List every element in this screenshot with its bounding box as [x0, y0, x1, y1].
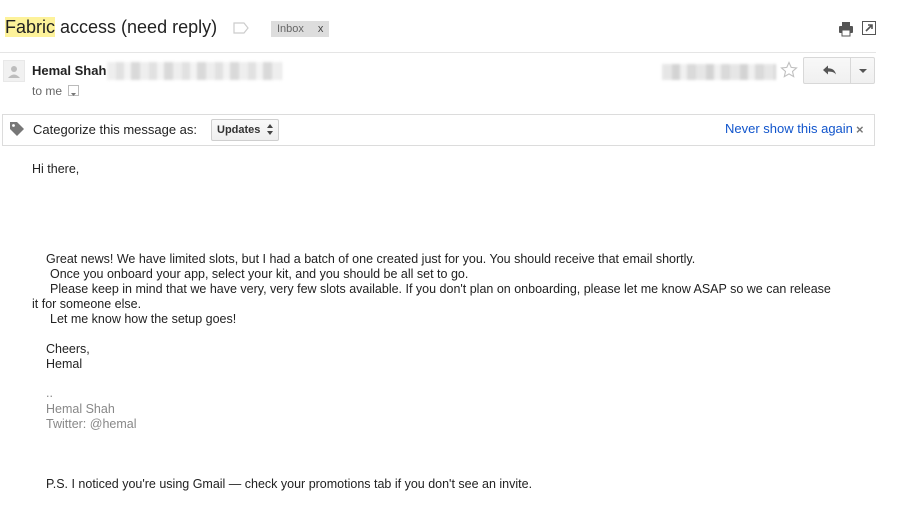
recipient-details-toggle[interactable]: [68, 85, 79, 96]
postscript: P.S. I noticed you're using Gmail — chec…: [46, 477, 533, 491]
chevron-down-icon: [859, 69, 867, 73]
remove-label-button[interactable]: x: [318, 23, 324, 35]
more-actions-button[interactable]: [850, 57, 875, 84]
new-window-icon[interactable]: [862, 21, 876, 35]
select-arrows-icon: [267, 124, 273, 135]
chevron-down-icon: [71, 93, 76, 96]
star-outline-icon[interactable]: [780, 61, 798, 79]
greeting: Hi there,: [32, 162, 80, 176]
redacted-date: [662, 64, 776, 80]
recipient-label: to me: [32, 84, 63, 98]
body-paragraph-2: Once you onboard your app, select your k…: [50, 267, 469, 281]
inbox-label-chip[interactable]: Inbox x: [271, 21, 330, 37]
categorize-prompt: Categorize this message as:: [33, 122, 198, 137]
body-paragraph-4: Let me know how the setup goes!: [50, 312, 237, 326]
signature-twitter: Twitter: @hemal: [46, 417, 137, 431]
signature-separator: ..: [46, 386, 53, 400]
label-outline-icon[interactable]: [233, 22, 249, 34]
body-paragraph-3b: it for someone else.: [32, 297, 142, 311]
signature-name: Hemal Shah: [46, 402, 115, 416]
body-paragraph-3a: Please keep in mind that we have very, v…: [50, 282, 831, 296]
inbox-chip-label: Inbox: [277, 23, 304, 35]
close-categorize-bar-button[interactable]: ×: [856, 122, 864, 137]
subject-rest: access (need reply): [55, 17, 218, 37]
signoff-name: Hemal: [46, 357, 83, 371]
tag-icon: [10, 122, 24, 136]
avatar: [3, 60, 25, 82]
body-paragraph-1: Great news! We have limited slots, but I…: [46, 252, 696, 266]
reply-icon: [823, 65, 836, 75]
never-show-again-link[interactable]: Never show this again: [725, 121, 853, 136]
sender-name: Hemal Shah: [32, 63, 107, 78]
person-icon: [8, 66, 20, 78]
signoff: Cheers,: [46, 342, 90, 356]
email-subject: Fabric access (need reply): [5, 16, 217, 38]
reply-button[interactable]: [803, 57, 851, 84]
print-icon[interactable]: [838, 21, 854, 37]
category-select-value[interactable]: Updates: [217, 124, 260, 136]
header-divider: [0, 52, 876, 53]
subject-highlight: Fabric: [5, 17, 56, 37]
redacted-sender-email: [107, 62, 282, 80]
